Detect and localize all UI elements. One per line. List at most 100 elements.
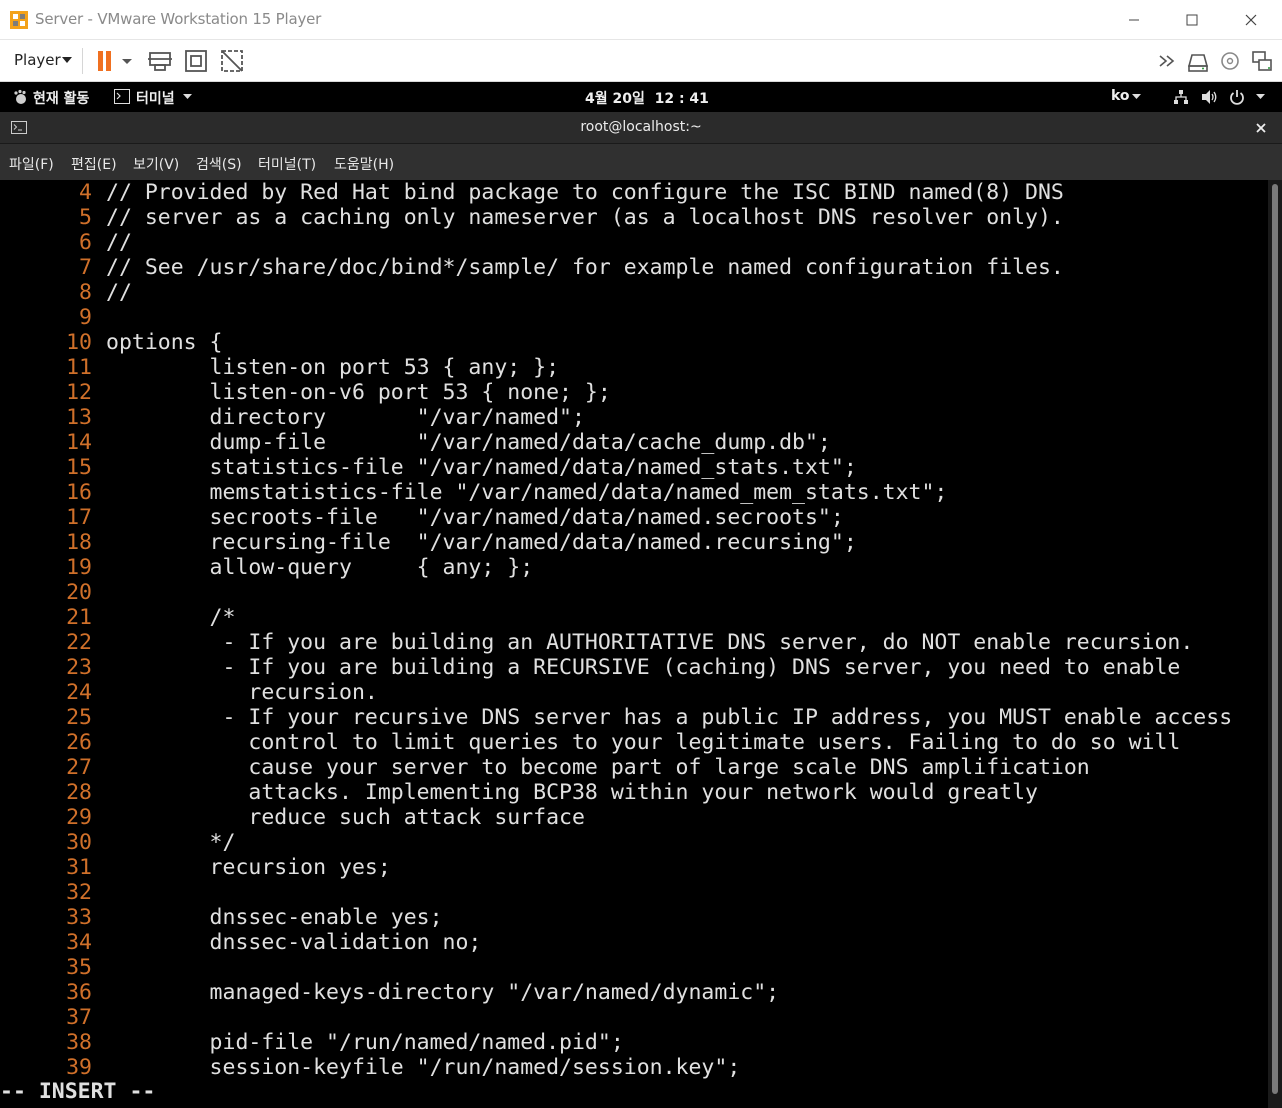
editor-line[interactable]: 25 - If your recursive DNS server has a …: [0, 705, 1232, 730]
editor-line[interactable]: 4 // Provided by Red Hat bind package to …: [0, 180, 1064, 205]
editor-line[interactable]: 21 /*: [0, 605, 235, 630]
editor-line[interactable]: 22 - If you are building an AUTHORITATIV…: [0, 630, 1193, 655]
toolbar-divider: [82, 48, 83, 74]
editor-line[interactable]: 29 reduce such attack surface: [0, 805, 585, 830]
line-text: secroots-file "/var/named/data/named.sec…: [106, 505, 844, 530]
chevron-down-icon[interactable]: [62, 57, 72, 63]
line-text: dnssec-enable yes;: [106, 905, 443, 930]
window-title: Server - VMware Workstation 15 Player: [35, 10, 322, 28]
menu-terminal[interactable]: 터미널(T): [258, 154, 316, 174]
close-window-button[interactable]: [1239, 8, 1263, 32]
editor-line[interactable]: 12 listen-on-v6 port 53 { none; };: [0, 380, 611, 405]
line-number: 35: [66, 955, 92, 980]
editor-line[interactable]: 10 options {: [0, 330, 223, 355]
editor-line[interactable]: 37: [0, 1005, 106, 1030]
terminal-title: root@localhost:~: [580, 119, 702, 135]
line-text: statistics-file "/var/named/data/named_s…: [106, 455, 857, 480]
clock[interactable]: 4월 20일 12 : 41: [585, 88, 709, 108]
terminal-menubar: 파일(F) 편집(E) 보기(V) 검색(S) 터미널(T) 도움말(H): [0, 144, 1282, 180]
editor-line[interactable]: 11 listen-on port 53 { any; };: [0, 355, 559, 380]
line-number: 16: [66, 480, 92, 505]
scrollbar-thumb[interactable]: [1272, 184, 1278, 1094]
chevron-down-icon[interactable]: [183, 94, 192, 99]
activities-button[interactable]: 현재 활동: [33, 88, 89, 108]
app-menu-terminal[interactable]: 터미널: [136, 88, 175, 108]
terminal-scrollbar[interactable]: [1268, 180, 1282, 1108]
line-number: 27: [66, 755, 92, 780]
fullscreen-icon[interactable]: [182, 47, 210, 75]
line-text: options {: [106, 330, 223, 355]
editor-line[interactable]: 27 cause your server to become part of l…: [0, 755, 1090, 780]
menu-file[interactable]: 파일(F): [9, 154, 54, 174]
editor-line[interactable]: 20: [0, 580, 106, 605]
menu-search[interactable]: 검색(S): [196, 154, 242, 174]
editor-line[interactable]: 13 directory "/var/named";: [0, 405, 585, 430]
editor-line[interactable]: 32: [0, 880, 106, 905]
editor-line[interactable]: 39 session-keyfile "/run/named/session.k…: [0, 1055, 740, 1080]
line-number: 36: [66, 980, 92, 1005]
line-number: 32: [66, 880, 92, 905]
line-number: 30: [66, 830, 92, 855]
editor-line[interactable]: 17 secroots-file "/var/named/data/named.…: [0, 505, 844, 530]
volume-icon[interactable]: [1201, 89, 1218, 105]
editor-line[interactable]: 5 // server as a caching only nameserver …: [0, 205, 1064, 230]
line-text: [92, 880, 106, 905]
menu-view[interactable]: 보기(V): [133, 154, 179, 174]
maximize-icon: [1186, 14, 1198, 26]
chevron-down-icon[interactable]: [1132, 94, 1141, 99]
line-text: recursion.: [106, 680, 378, 705]
line-number: 5: [79, 205, 92, 230]
editor-line[interactable]: 7 // See /usr/share/doc/bind*/sample/ for…: [0, 255, 1064, 280]
editor-line[interactable]: 31 recursion yes;: [0, 855, 391, 880]
close-icon: [1245, 14, 1257, 26]
editor-line[interactable]: 9: [0, 305, 106, 330]
editor-line[interactable]: 26 control to limit queries to your legi…: [0, 730, 1180, 755]
line-text: //: [106, 280, 132, 305]
line-number: 24: [66, 680, 92, 705]
line-text: dnssec-validation no;: [106, 930, 482, 955]
vmware-logo-icon: [10, 11, 28, 29]
network-wired-icon[interactable]: [1173, 89, 1189, 105]
terminal-text-area[interactable]: -- INSERT -- 4 // Provided by Red Hat bin…: [0, 180, 1268, 1108]
editor-line[interactable]: 16 memstatistics-file "/var/named/data/n…: [0, 480, 947, 505]
editor-line[interactable]: 15 statistics-file "/var/named/data/name…: [0, 455, 857, 480]
maximize-button[interactable]: [1180, 8, 1204, 32]
line-number: 6: [79, 230, 92, 255]
editor-line[interactable]: 24 recursion.: [0, 680, 378, 705]
editor-line[interactable]: 38 pid-file "/run/named/named.pid";: [0, 1030, 624, 1055]
line-text: control to limit queries to your legitim…: [106, 730, 1181, 755]
unity-icon[interactable]: [218, 47, 246, 75]
editor-line[interactable]: 34 dnssec-validation no;: [0, 930, 481, 955]
editor-line[interactable]: 30 */: [0, 830, 235, 855]
editor-line[interactable]: 14 dump-file "/var/named/data/cache_dump…: [0, 430, 831, 455]
close-icon[interactable]: [1255, 122, 1267, 134]
send-ctrl-alt-del-icon[interactable]: [146, 47, 174, 75]
editor-line[interactable]: 6 //: [0, 230, 132, 255]
input-method-indicator[interactable]: ko: [1111, 88, 1130, 104]
editor-line[interactable]: 33 dnssec-enable yes;: [0, 905, 443, 930]
editor-line[interactable]: 18 recursing-file "/var/named/data/named…: [0, 530, 857, 555]
line-text: directory "/var/named";: [106, 405, 585, 430]
minimize-button[interactable]: [1122, 8, 1146, 32]
editor-line[interactable]: 28 attacks. Implementing BCP38 within yo…: [0, 780, 1038, 805]
player-menu[interactable]: Player: [14, 51, 61, 69]
terminal-app-icon: [114, 89, 130, 104]
menu-edit[interactable]: 편집(E): [71, 154, 117, 174]
pause-icon[interactable]: [92, 47, 120, 75]
chevron-down-icon[interactable]: [1256, 94, 1265, 99]
forward-icon[interactable]: [1154, 47, 1182, 75]
line-text: - If your recursive DNS server has a pub…: [106, 705, 1233, 730]
line-text: dump-file "/var/named/data/cache_dump.db…: [106, 430, 831, 455]
removable-device-icon[interactable]: [1184, 47, 1212, 75]
editor-line[interactable]: 23 - If you are building a RECURSIVE (ca…: [0, 655, 1180, 680]
menu-help[interactable]: 도움말(H): [334, 154, 394, 174]
power-icon[interactable]: [1229, 89, 1245, 105]
editor-line[interactable]: 19 allow-query { any; };: [0, 555, 533, 580]
chevron-down-icon[interactable]: [120, 47, 134, 75]
network-icon[interactable]: [1248, 47, 1276, 75]
editor-line[interactable]: 8 //: [0, 280, 132, 305]
cd-icon[interactable]: [1216, 47, 1244, 75]
editor-line[interactable]: 35: [0, 955, 106, 980]
editor-line[interactable]: 36 managed-keys-directory "/var/named/dy…: [0, 980, 779, 1005]
line-text: pid-file "/run/named/named.pid";: [106, 1030, 624, 1055]
